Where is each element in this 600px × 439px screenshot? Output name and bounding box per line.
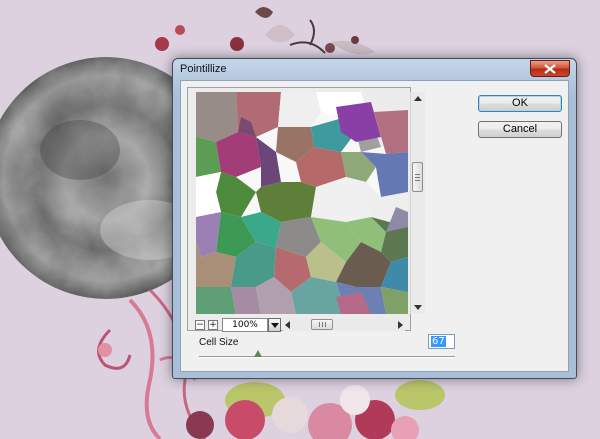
- dialog-title: Pointillize: [180, 63, 227, 75]
- cell-size-label: Cell Size: [199, 337, 239, 348]
- scroll-right-icon[interactable]: [398, 321, 403, 329]
- close-icon: [544, 64, 556, 74]
- scroll-down-icon[interactable]: [414, 305, 422, 310]
- cell-size-slider[interactable]: [199, 356, 455, 358]
- pointillize-dialog: Pointillize − + 100% OK Cancel Cell Size…: [172, 58, 577, 379]
- zoom-dropdown-button[interactable]: [268, 318, 281, 332]
- zoom-out-button[interactable]: −: [195, 320, 205, 330]
- cancel-button[interactable]: Cancel: [478, 121, 562, 138]
- horizontal-scroll-thumb[interactable]: [311, 319, 333, 330]
- dialog-client-area: − + 100% OK Cancel Cell Size 67: [180, 80, 569, 372]
- cell-size-value: 67: [431, 336, 446, 347]
- zoom-in-button[interactable]: +: [208, 320, 218, 330]
- filter-preview-image[interactable]: [196, 92, 408, 314]
- preview-vertical-scrollbar[interactable]: [410, 92, 425, 314]
- vertical-scroll-thumb[interactable]: [412, 162, 423, 192]
- scroll-left-icon[interactable]: [285, 321, 290, 329]
- scroll-up-icon[interactable]: [414, 96, 422, 101]
- ok-button[interactable]: OK: [478, 95, 562, 112]
- preview-horizontal-scrollbar[interactable]: [283, 318, 405, 331]
- flower-decoration-top: [155, 7, 375, 55]
- cell-size-slider-thumb[interactable]: [254, 350, 262, 357]
- close-button[interactable]: [530, 60, 570, 77]
- pointillize-preview-canvas: [196, 92, 408, 314]
- dialog-titlebar[interactable]: Pointillize: [173, 59, 576, 81]
- zoom-level-field[interactable]: 100%: [222, 318, 268, 332]
- preview-panel: − + 100%: [187, 87, 425, 332]
- cell-size-input[interactable]: 67: [428, 334, 455, 349]
